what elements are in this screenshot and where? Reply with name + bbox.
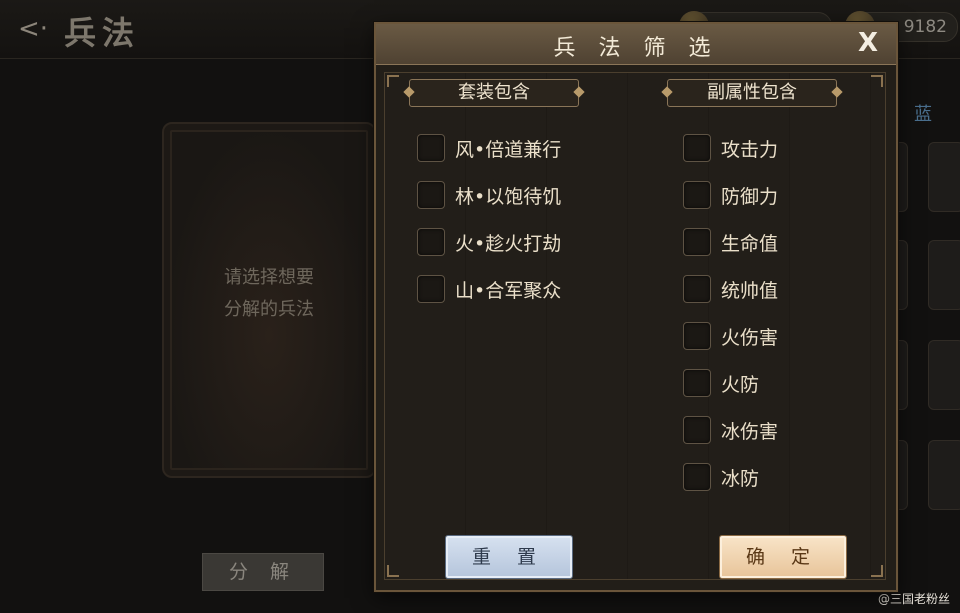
side-item-slot[interactable] [928, 440, 960, 510]
checkbox[interactable] [417, 275, 445, 303]
checkbox[interactable] [683, 463, 711, 491]
checkbox[interactable] [417, 134, 445, 162]
corner-ornament [387, 565, 399, 577]
side-item-slot[interactable] [928, 340, 960, 410]
checkbox[interactable] [683, 228, 711, 256]
checkbox[interactable] [683, 322, 711, 350]
resource-b-value: 9182 [903, 17, 947, 37]
checkbox[interactable] [683, 134, 711, 162]
diamond-ornament-icon [403, 86, 415, 98]
set-option-label: 风•倍道兼行 [455, 139, 562, 161]
page-title: 兵法 [64, 14, 141, 52]
attr-option-label: 攻击力 [721, 139, 779, 161]
set-option-label: 火•趁火打劫 [455, 233, 562, 255]
diamond-ornament-icon [573, 86, 585, 98]
checkbox[interactable] [683, 181, 711, 209]
filter-dialog: 兵 法 筛 选 X 套装包含 副属性包含 风•倍道兼行 林•以饱待饥 火•趁火打… [374, 22, 898, 592]
set-section-title: 套装包含 [403, 79, 585, 107]
dialog-title: 兵 法 筛 选 [553, 36, 719, 61]
attr-option-label: 冰防 [721, 468, 760, 490]
diamond-ornament-icon [831, 86, 843, 98]
side-item-slot[interactable] [928, 142, 960, 212]
attr-option-label: 生命值 [721, 233, 779, 255]
attr-option-label: 火防 [721, 374, 760, 396]
attr-section-title-text: 副属性包含 [707, 82, 797, 103]
corner-ornament [871, 565, 883, 577]
checkbox[interactable] [417, 181, 445, 209]
corner-ornament [871, 75, 883, 87]
side-tab-label[interactable]: 蓝 [914, 100, 932, 126]
decompose-button[interactable]: 分 解 [202, 553, 324, 591]
set-option-label: 山•合军聚众 [455, 280, 562, 302]
checkbox[interactable] [683, 416, 711, 444]
attr-option-label: 统帅值 [721, 280, 779, 302]
close-icon[interactable]: X [854, 28, 882, 58]
set-option-label: 林•以饱待饥 [455, 186, 562, 208]
back-arrow-icon[interactable]: <· [16, 12, 50, 46]
attr-option-label: 冰伤害 [721, 421, 779, 443]
attr-option-label: 火伤害 [721, 327, 779, 349]
checkbox[interactable] [683, 369, 711, 397]
dialog-body: 套装包含 副属性包含 风•倍道兼行 林•以饱待饥 火•趁火打劫 山•合军聚众 攻… [384, 72, 886, 580]
checkbox[interactable] [683, 275, 711, 303]
attr-option-label: 防御力 [721, 186, 779, 208]
reset-button[interactable]: 重 置 [446, 536, 572, 578]
dialog-header: 兵 法 筛 选 X [376, 24, 896, 65]
checkbox[interactable] [417, 228, 445, 256]
set-section-title-text: 套装包含 [458, 82, 530, 103]
side-item-slot[interactable] [928, 240, 960, 310]
decompose-slot-panel[interactable]: 请选择想要 分解的兵法 [162, 122, 376, 478]
corner-ornament [387, 75, 399, 87]
watermark: @三国老粉丝 [877, 592, 950, 606]
diamond-ornament-icon [661, 86, 673, 98]
confirm-button[interactable]: 确 定 [720, 536, 846, 578]
attr-section-title: 副属性包含 [661, 79, 843, 107]
decompose-hint: 请选择想要 分解的兵法 [224, 267, 314, 320]
